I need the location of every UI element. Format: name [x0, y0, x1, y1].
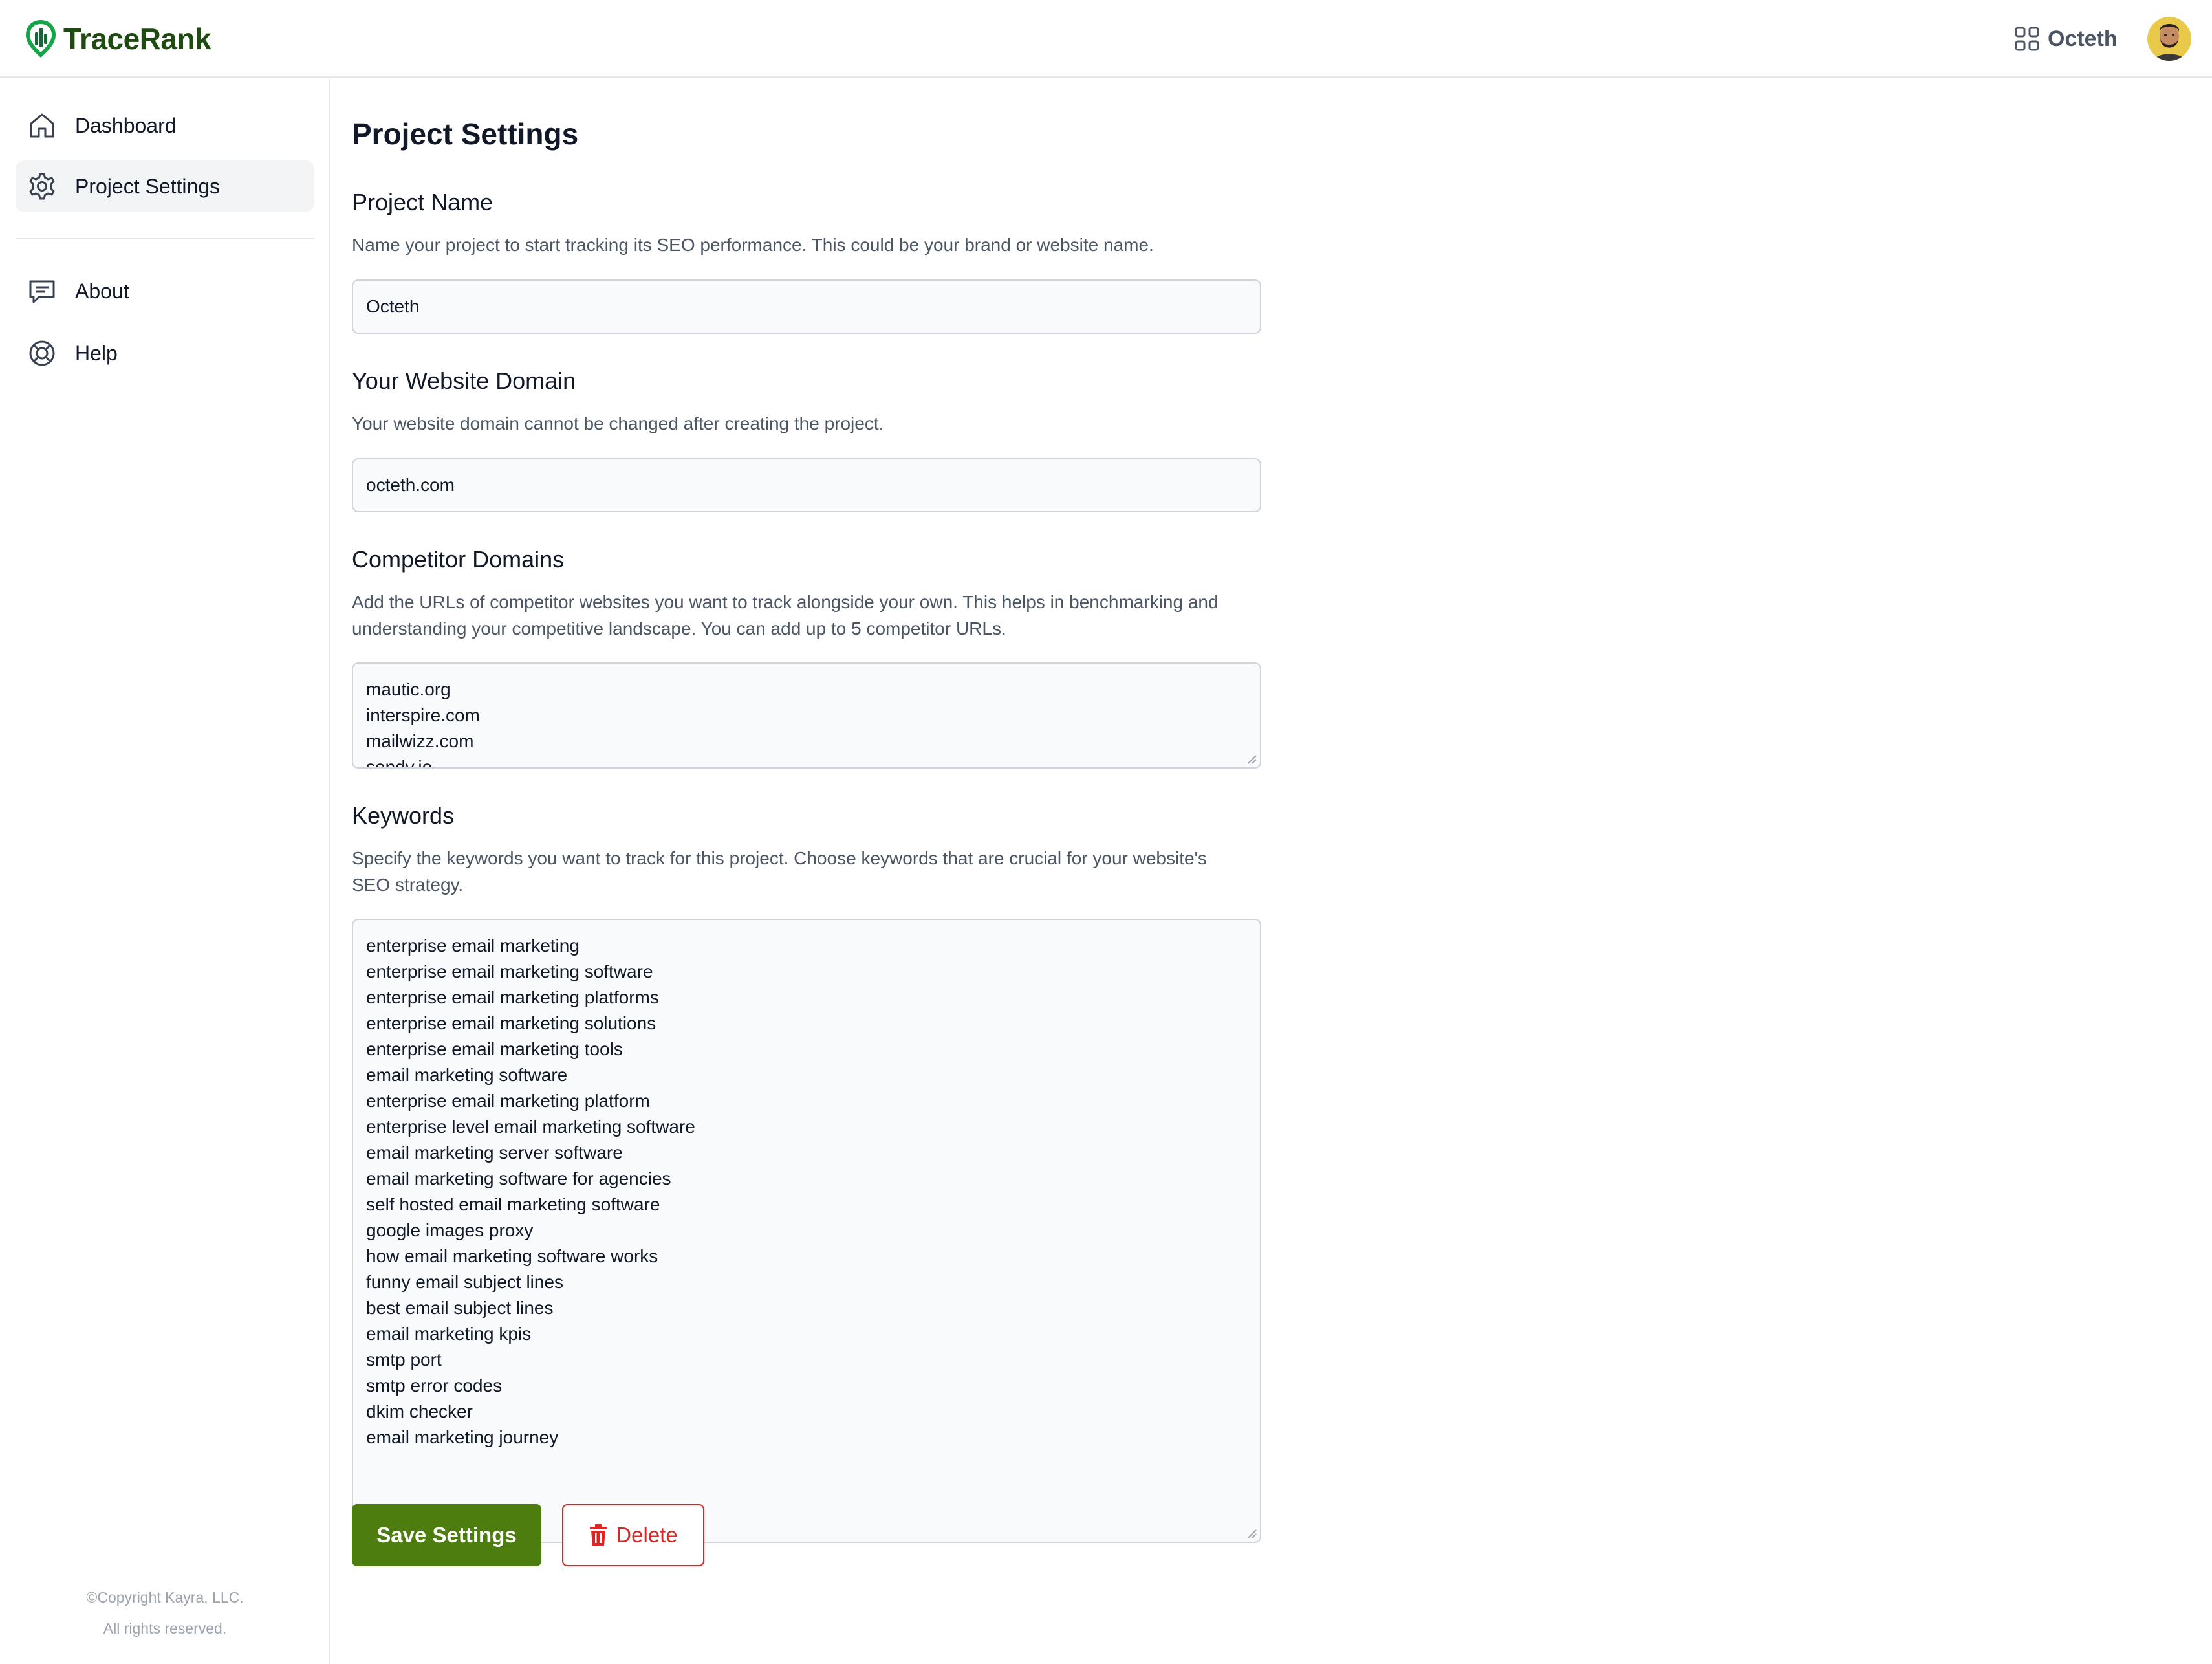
- project-name-input[interactable]: Octeth: [352, 279, 1261, 334]
- competitor-domains-description-line1: Add the URLs of competitor websites you …: [352, 592, 1219, 612]
- keyword-line: best email subject lines: [366, 1298, 554, 1318]
- competitor-domain-line: mautic.org: [366, 679, 451, 699]
- avatar[interactable]: [2147, 17, 2191, 61]
- sidebar-item-about[interactable]: About: [16, 265, 314, 317]
- keyword-line: how email marketing software works: [366, 1246, 658, 1266]
- keyword-line: enterprise email marketing tools: [366, 1039, 623, 1059]
- keyword-line: smtp port: [366, 1350, 442, 1370]
- keyword-line: enterprise email marketing platforms: [366, 987, 659, 1007]
- grid-icon: [2015, 27, 2039, 51]
- competitor-domain-line: interspire.com: [366, 705, 480, 725]
- keyword-line: dkim checker: [366, 1401, 473, 1421]
- domain-input[interactable]: octeth.com: [352, 458, 1261, 512]
- project-switcher[interactable]: Octeth: [2014, 23, 2118, 54]
- project-name-title: Project Name: [352, 189, 493, 215]
- resize-handle-icon[interactable]: [1246, 1527, 1257, 1539]
- user-avatar-icon: [2147, 17, 2191, 61]
- gear-icon: [29, 173, 55, 200]
- top-bar: TraceRank Octeth: [0, 0, 2212, 78]
- sidebar-item-label: Project Settings: [75, 174, 221, 198]
- sidebar-item-dashboard[interactable]: Dashboard: [16, 100, 314, 151]
- sidebar-divider: [16, 238, 314, 239]
- brand[interactable]: TraceRank: [23, 18, 211, 60]
- sidebar-item-help[interactable]: Help: [16, 327, 314, 379]
- keywords-description-line2: SEO strategy.: [352, 875, 464, 895]
- keywords-textarea[interactable]: enterprise email marketing enterprise em…: [352, 919, 1261, 1543]
- trash-icon: [590, 1524, 607, 1546]
- keyword-line: enterprise email marketing platform: [366, 1091, 650, 1111]
- app-name: TraceRank: [63, 22, 211, 56]
- sidebar-item-label: About: [75, 279, 129, 303]
- keyword-line: email marketing kpis: [366, 1324, 532, 1344]
- domain-title: Your Website Domain: [352, 367, 576, 394]
- keyword-line: enterprise email marketing solutions: [366, 1013, 656, 1033]
- keyword-line: email marketing journey: [366, 1427, 559, 1447]
- project-name-value: Octeth: [366, 296, 420, 316]
- keyword-line: email marketing software: [366, 1065, 568, 1085]
- sidebar-item-label: Dashboard: [75, 113, 177, 137]
- current-project-name: Octeth: [2048, 26, 2118, 51]
- delete-label: Delete: [616, 1523, 678, 1547]
- keywords-description-line1: Specify the keywords you want to track f…: [352, 848, 1207, 868]
- keyword-line: enterprise email marketing: [366, 936, 580, 956]
- home-icon: [30, 113, 54, 138]
- keyword-line: enterprise email marketing software: [366, 961, 653, 981]
- sidebar-item-label: Help: [75, 341, 118, 365]
- domain-description: Your website domain cannot be changed af…: [352, 413, 884, 433]
- sidebar-item-project-settings[interactable]: Project Settings: [16, 160, 314, 212]
- keyword-line: email marketing server software: [366, 1143, 623, 1163]
- chat-bubble-icon: [29, 280, 55, 303]
- rights-text: All rights reserved.: [103, 1620, 227, 1637]
- keyword-line: self hosted email marketing software: [366, 1194, 660, 1214]
- page-title: Project Settings: [352, 117, 579, 151]
- resize-handle-icon[interactable]: [1246, 753, 1257, 765]
- competitor-domains-textarea[interactable]: mautic.org interspire.com mailwizz.com s…: [352, 662, 1261, 769]
- competitor-domain-line: sendy.io: [366, 757, 433, 769]
- copyright-text: ©Copyright Kayra, LLC.: [86, 1589, 244, 1606]
- save-settings-button[interactable]: Save Settings: [352, 1504, 541, 1566]
- competitor-domains-title: Competitor Domains: [352, 546, 565, 573]
- tracerank-logo-icon: [26, 20, 56, 58]
- lifebuoy-icon: [29, 340, 55, 366]
- keyword-line: funny email subject lines: [366, 1272, 564, 1292]
- keywords-title: Keywords: [352, 802, 455, 829]
- keyword-line: smtp error codes: [366, 1375, 503, 1396]
- competitor-domains-description-line2: understanding your competitive landscape…: [352, 619, 1006, 639]
- keyword-line: email marketing software for agencies: [366, 1168, 671, 1188]
- sidebar: Dashboard Project Settings About Help ©C…: [0, 79, 330, 1664]
- delete-button[interactable]: Delete: [562, 1504, 704, 1566]
- competitor-domain-line: mailwizz.com: [366, 731, 474, 751]
- keyword-line: enterprise level email marketing softwar…: [366, 1117, 695, 1137]
- project-name-description: Name your project to start tracking its …: [352, 235, 1154, 255]
- keyword-line: google images proxy: [366, 1220, 534, 1240]
- domain-value: octeth.com: [366, 475, 455, 495]
